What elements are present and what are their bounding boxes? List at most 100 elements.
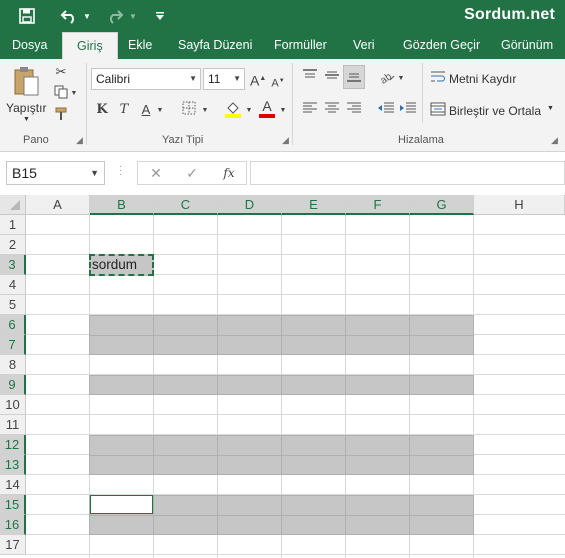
tab-formuller[interactable]: Formüller (274, 32, 327, 59)
chevron-down-icon: ▼ (189, 74, 197, 83)
copied-cell-b3[interactable]: sordum (89, 254, 154, 276)
tab-giris[interactable]: Giriş (62, 32, 118, 59)
fill-color-icon[interactable] (224, 99, 242, 124)
cell-b3-text: sordum (92, 257, 138, 272)
tab-veri[interactable]: Veri (353, 32, 375, 59)
clipboard-launcher-icon[interactable]: ◢ (76, 135, 83, 146)
column-header-d[interactable]: D (218, 195, 282, 215)
borders-dropdown-icon[interactable]: ▼ (200, 102, 210, 120)
gridline (26, 554, 565, 555)
selected-range-b9-g9[interactable] (89, 375, 474, 395)
row-header-1[interactable]: 1 (0, 215, 26, 235)
row-header-4[interactable]: 4 (0, 275, 26, 295)
wrap-text-label: Metni Kaydır (449, 72, 517, 86)
redo-icon[interactable] (104, 6, 126, 26)
save-icon[interactable] (16, 6, 38, 26)
alignment-launcher-icon[interactable]: ◢ (551, 135, 558, 146)
font-size-select[interactable]: 11 ▼ (203, 68, 245, 90)
decrease-indent-icon[interactable] (376, 101, 396, 120)
align-center-icon[interactable] (322, 101, 342, 120)
merge-center-button[interactable]: Birleştir ve Ortala ▼ (428, 100, 558, 122)
selected-range-b12-g13[interactable] (89, 435, 474, 475)
row-header-15[interactable]: 15 (0, 495, 26, 515)
align-middle-icon[interactable] (322, 68, 342, 87)
underline-button[interactable]: A (139, 101, 153, 119)
name-box[interactable]: B15 ▼ (6, 161, 105, 185)
column-header-a[interactable]: A (26, 195, 90, 215)
borders-icon[interactable] (180, 101, 198, 120)
orientation-icon[interactable]: ab (377, 68, 397, 89)
row-header-10[interactable]: 10 (0, 395, 26, 415)
select-all-corner[interactable] (0, 195, 26, 215)
column-header-g[interactable]: G (410, 195, 474, 215)
shrink-font-button[interactable]: A▼ (270, 72, 286, 93)
column-header-h[interactable]: H (474, 195, 565, 215)
row-header-12[interactable]: 12 (0, 435, 26, 455)
gridline (26, 294, 565, 295)
redo-dropdown-icon[interactable]: ▼ (128, 6, 138, 26)
increase-indent-icon[interactable] (398, 101, 418, 120)
row-header-6[interactable]: 6 (0, 315, 26, 335)
grow-font-button[interactable]: A▲ (250, 70, 266, 90)
paste-dropdown-icon: ▼ (23, 116, 30, 123)
font-color-dropdown-icon[interactable]: ▼ (278, 102, 288, 120)
orientation-dropdown-icon[interactable]: ▼ (396, 70, 406, 88)
worksheet-grid[interactable]: A B C D E F G H 1 2 3 4 5 6 7 8 9 10 11 … (0, 195, 565, 558)
row-header-11[interactable]: 11 (0, 415, 26, 435)
tab-gorunum[interactable]: Görünüm (501, 32, 553, 59)
ribbon-home: Yapıştır ▼ ✂ ▼ Pano ◢ Calibri ▼ 11 ▼ A▲ … (0, 59, 565, 152)
row-header-3[interactable]: 3 (0, 255, 26, 275)
paste-button[interactable]: Yapıştır ▼ (4, 63, 48, 129)
column-header-c[interactable]: C (154, 195, 218, 215)
format-painter-icon[interactable] (52, 107, 70, 126)
active-cell-b15[interactable] (90, 495, 153, 514)
row-header-13[interactable]: 13 (0, 455, 26, 475)
group-divider (86, 63, 87, 145)
tab-sayfa-duzeni[interactable]: Sayfa Düzeni (178, 32, 252, 59)
tab-ekle[interactable]: Ekle (128, 32, 152, 59)
wrap-text-button[interactable]: Metni Kaydır (428, 68, 538, 90)
row-header-5[interactable]: 5 (0, 295, 26, 315)
alignment-group-label: Hizalama (398, 134, 444, 146)
selected-range-b6-g7[interactable] (89, 315, 474, 355)
undo-dropdown-icon[interactable]: ▼ (82, 6, 92, 26)
column-header-b[interactable]: B (90, 195, 154, 215)
formula-input[interactable] (250, 161, 565, 185)
bold-button[interactable]: K (95, 101, 109, 119)
align-bottom-icon[interactable] (343, 65, 365, 89)
wrap-text-icon (430, 70, 446, 89)
name-box-value: B15 (12, 165, 37, 181)
row-header-8[interactable]: 8 (0, 355, 26, 375)
align-right-icon[interactable] (344, 101, 364, 120)
underline-dropdown-icon[interactable]: ▼ (155, 102, 165, 120)
resize-handle-icon[interactable]: · · · (119, 162, 122, 180)
column-header-e[interactable]: E (282, 195, 346, 215)
tab-dosya[interactable]: Dosya (12, 32, 47, 59)
insert-function-icon[interactable]: fx (218, 164, 240, 182)
align-left-icon[interactable] (300, 101, 320, 120)
row-header-14[interactable]: 14 (0, 475, 26, 495)
column-header-f[interactable]: F (346, 195, 410, 215)
italic-button[interactable]: T (117, 101, 131, 119)
font-launcher-icon[interactable]: ◢ (282, 135, 289, 146)
font-name-select[interactable]: Calibri ▼ (91, 68, 201, 90)
font-color-icon[interactable]: A (258, 99, 276, 118)
copy-dropdown-icon[interactable]: ▼ (70, 85, 78, 103)
enter-icon[interactable]: ✓ (182, 164, 202, 182)
merge-center-icon (430, 102, 446, 121)
formula-buttons: ✕ ✓ fx (137, 161, 247, 185)
row-header-2[interactable]: 2 (0, 235, 26, 255)
row-header-7[interactable]: 7 (0, 335, 26, 355)
row-header-9[interactable]: 9 (0, 375, 26, 395)
customize-quick-access-icon[interactable] (152, 6, 168, 26)
tab-gozden-gecir[interactable]: Gözden Geçir (403, 32, 480, 59)
font-group-label: Yazı Tipi (162, 134, 204, 146)
undo-icon[interactable] (58, 6, 80, 26)
cut-icon[interactable]: ✂ (52, 63, 70, 81)
row-header-16[interactable]: 16 (0, 515, 26, 535)
fill-color-dropdown-icon[interactable]: ▼ (244, 102, 254, 120)
align-top-icon[interactable] (300, 68, 320, 87)
cancel-icon[interactable]: ✕ (146, 164, 166, 182)
copy-icon[interactable] (52, 85, 70, 104)
row-header-17[interactable]: 17 (0, 535, 26, 555)
